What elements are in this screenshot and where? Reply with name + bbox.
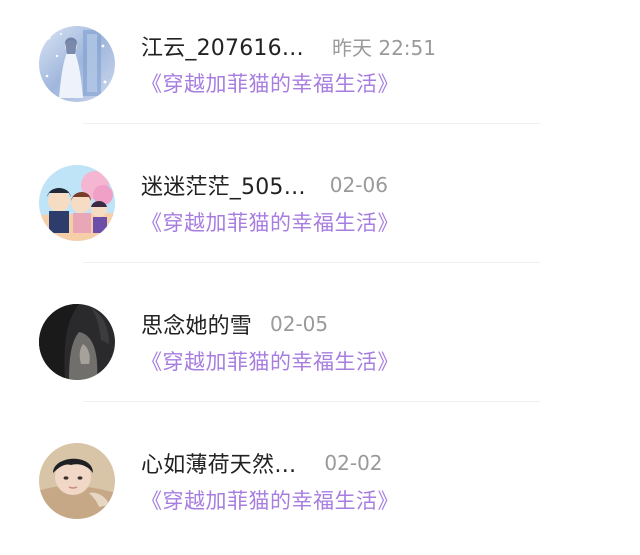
dark-portrait-avatar-icon [39,304,115,380]
username[interactable]: 迷迷茫茫_505… [141,169,306,201]
timestamp: 昨天 22:51 [331,35,436,60]
divider [83,123,540,124]
username[interactable]: 心如薄荷天然… [141,447,296,479]
user-avatar[interactable] [39,304,115,380]
user-avatar[interactable] [39,26,115,102]
boy-portrait-avatar-icon [39,443,115,519]
username[interactable]: 江云_207616… [141,30,304,62]
comment-list-item[interactable]: 心如薄荷天然… 02-02 《穿越加菲猫的幸福生活》 [0,417,640,555]
work-title-link[interactable]: 《穿越加菲猫的幸福生活》 [141,345,399,379]
winter-snow-girl-avatar-icon [39,26,115,102]
comment-feed: 江云_207616… 昨天 22:51 《穿越加菲猫的幸福生活》 迷迷茫茫_50… [0,0,640,546]
user-avatar[interactable] [39,443,115,519]
timestamp: 02-02 [324,451,383,475]
comment-list-item[interactable]: 迷迷茫茫_505… 02-06 《穿越加菲猫的幸福生活》 [0,139,640,277]
user-avatar[interactable] [39,165,115,241]
divider [83,262,540,263]
anime-group-avatar-icon [39,165,115,241]
work-title-link[interactable]: 《穿越加菲猫的幸福生活》 [141,206,399,240]
timestamp: 02-06 [329,173,388,197]
work-title-link[interactable]: 《穿越加菲猫的幸福生活》 [141,67,399,101]
comment-list-item[interactable]: 江云_207616… 昨天 22:51 《穿越加菲猫的幸福生活》 [0,0,640,138]
comment-list-item[interactable]: 思念她的雪 02-05 《穿越加菲猫的幸福生活》 [0,278,640,416]
work-title-link[interactable]: 《穿越加菲猫的幸福生活》 [141,484,399,518]
timestamp: 02-05 [270,312,329,336]
username[interactable]: 思念她的雪 [141,308,252,340]
divider [83,401,540,402]
